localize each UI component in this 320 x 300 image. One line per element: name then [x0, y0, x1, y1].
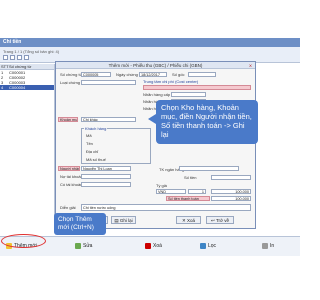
last-page-button[interactable] [24, 55, 29, 60]
filter-icon [200, 243, 206, 249]
dien-giai-input[interactable]: Chi tiền nước uống [81, 204, 251, 211]
pager-text: Trang 1 / 1 (Tổng số bản ghi: 4) [3, 49, 60, 54]
khach-hang-group-title: Khách hàng [84, 126, 108, 131]
dien-giai-label: Diễn giải [60, 205, 76, 210]
bottom-loc-button[interactable]: Lọc [200, 242, 216, 250]
ghi-lai-label: Ghi lại [119, 218, 133, 223]
list-row-selected[interactable]: 4 C000004 [0, 85, 54, 90]
co-tai-khoan-label: Có tài khoản [60, 182, 83, 187]
pager-nav [3, 55, 29, 60]
dialog-title: Thêm mới - Phiếu thu (GBC) / Phiếu chi (… [56, 62, 255, 69]
so-tien-label: Số tiền [184, 175, 197, 180]
khoan-muc-select[interactable]: Chi khác [81, 117, 136, 122]
ty-gia-input[interactable]: 1 [188, 189, 206, 194]
highlight-circle [1, 234, 46, 248]
dia-chi-label: Địa chỉ [86, 149, 99, 154]
row-stt: 4 [1, 85, 4, 90]
tro-ve-label: Trở về [215, 218, 229, 223]
col-stt[interactable]: STT [0, 64, 9, 69]
so-tien-thanh-toan-label: Số tiền thanh toán [166, 196, 210, 201]
no-tai-khoan-select[interactable] [81, 174, 131, 179]
so-tien-input[interactable] [211, 175, 251, 180]
so-tien-value-input[interactable]: 100,000 [211, 189, 251, 194]
delete-icon [145, 243, 151, 249]
xoa-button[interactable]: ✕ Xoá [176, 216, 201, 224]
row-code: C000004 [9, 85, 26, 90]
ma-so-thue-label: Mã số thuế [86, 157, 106, 162]
trung-tam-label: Trung tâm chi phí (Cost center) [143, 79, 199, 84]
instruction-callout: Chọn Kho hàng, Khoản mục, điền Người nhậ… [148, 100, 258, 144]
bottom-sua-button[interactable]: Sửa [75, 242, 92, 250]
window-title: Chi tiền [0, 38, 300, 47]
tk-ngan-hang-select[interactable] [179, 166, 239, 171]
bottom-xoa-label: Xoá [153, 243, 162, 249]
so-tien-thanh-toan-input[interactable]: 100,000 [211, 196, 251, 201]
so-chung-tu-input[interactable]: C000005 [81, 72, 111, 77]
prev-page-button[interactable] [10, 55, 15, 60]
so-goc-input[interactable] [188, 72, 216, 77]
loai-chung-tu-select[interactable] [81, 80, 136, 85]
ty-gia-label: Tỷ giá [156, 183, 167, 188]
next-page-button[interactable] [17, 55, 22, 60]
currency-select[interactable]: VND [156, 189, 186, 194]
col-code[interactable]: Số chứng từ [9, 64, 31, 69]
kho-hang-select[interactable] [143, 85, 251, 90]
ghi-lai-button[interactable]: ▤ Ghi lại [111, 216, 136, 224]
add-instruction-callout: Chọn Thêm mới (Ctrl+N) [54, 213, 106, 235]
bottom-xoa-button[interactable]: Xoá [145, 242, 162, 250]
nguoi-nhan-label: Người nhận tiền [58, 166, 80, 171]
no-tai-khoan-label: Nợ tài khoản [60, 174, 83, 179]
bottom-in-label: In [270, 243, 275, 249]
ma-label: Mã [86, 133, 92, 138]
nhan-hang-cap-tren-select[interactable] [171, 92, 206, 97]
xoa-label: Xoá [187, 218, 196, 223]
close-icon[interactable]: X [248, 63, 253, 68]
voucher-list: STT Số chứng từ 1 C000001 2 C000002 3 C0000… [0, 64, 55, 230]
so-chung-tu-label: Số chứng từ [60, 72, 83, 77]
ten-label: Tên [86, 141, 93, 146]
bottom-loc-label: Lọc [208, 243, 217, 249]
tro-ve-button[interactable]: ↩ Trở về [206, 216, 234, 224]
print-icon [262, 243, 268, 249]
so-goc-label: Số gốc [172, 72, 185, 77]
ngay-chung-tu-input[interactable]: 18/12/2017 [139, 72, 167, 77]
bottom-in-button[interactable]: In [262, 242, 274, 250]
nguoi-nhan-input[interactable]: Nguyễn Thị Loan [81, 166, 131, 171]
bottom-sua-label: Sửa [83, 243, 93, 249]
edit-icon [75, 243, 81, 249]
voucher-dialog: Thêm mới - Phiếu thu (GBC) / Phiếu chi (… [55, 61, 256, 229]
khoan-muc-label: Khoản mục [58, 117, 78, 122]
co-tai-khoan-select[interactable] [81, 182, 131, 187]
first-page-button[interactable] [3, 55, 8, 60]
